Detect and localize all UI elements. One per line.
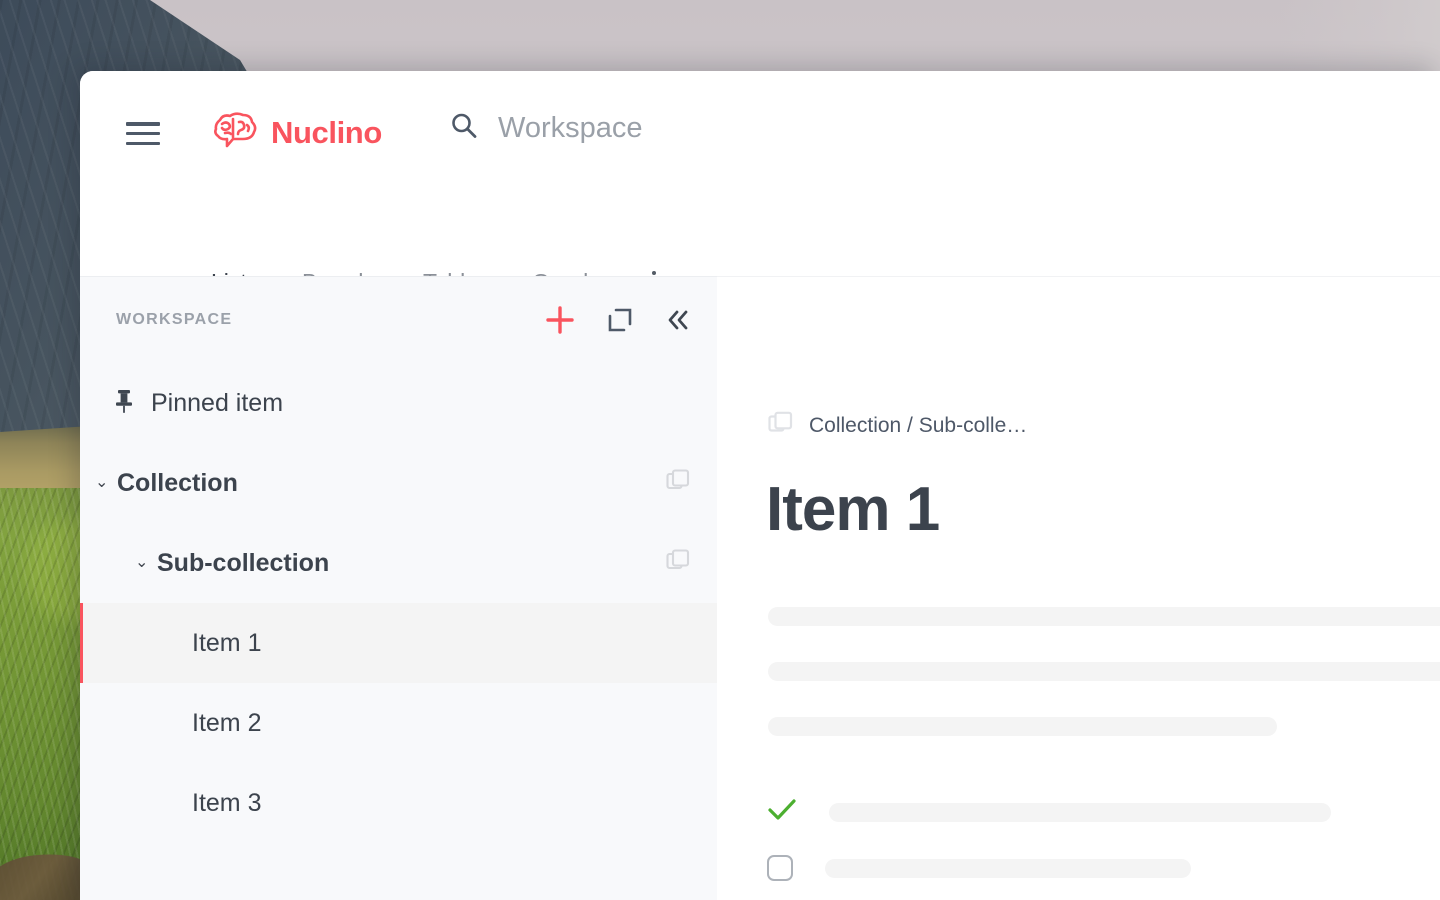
expand-corners-icon[interactable] — [607, 307, 633, 333]
hamburger-bar — [126, 141, 160, 146]
app-window: Nuclino Workspace List Board Table Graph — [80, 71, 1440, 900]
plus-icon[interactable] — [545, 305, 575, 335]
workspace-label: WORKSPACE — [116, 311, 233, 328]
breadcrumb-text: Collection / Sub-colle… — [809, 414, 1028, 437]
sidebar-item-label: Item 3 — [192, 788, 262, 817]
brand-name: Nuclino — [271, 114, 382, 150]
sidebar-item-item-2[interactable]: Item 2 — [80, 683, 717, 763]
search-box[interactable]: Workspace — [449, 111, 643, 146]
stack-icon — [665, 468, 691, 499]
checklist-item-open[interactable] — [767, 855, 1191, 881]
top-bar: Nuclino Workspace List Board Table Graph — [80, 71, 1440, 317]
sidebar-item-label: Item 1 — [192, 628, 262, 657]
checklist-item-done[interactable] — [767, 797, 1331, 828]
sidebar: WORKSPACE Pinned item ⌄ Collection ⌄ Sub… — [80, 276, 717, 900]
hamburger-bar — [126, 122, 160, 126]
chevrons-left-icon[interactable] — [665, 307, 691, 333]
hamburger-bar — [126, 131, 160, 136]
sidebar-item-pinned[interactable]: Pinned item — [80, 363, 717, 443]
skeleton-line — [829, 803, 1331, 822]
search-input[interactable]: Workspace — [498, 112, 643, 145]
check-icon[interactable] — [767, 797, 797, 828]
chevron-down-icon[interactable]: ⌄ — [135, 555, 151, 571]
pin-icon — [113, 388, 135, 419]
sidebar-item-item-3[interactable]: Item 3 — [80, 763, 717, 843]
stack-icon — [665, 548, 691, 579]
page-title[interactable]: Item 1 — [766, 474, 940, 545]
sidebar-item-label: Collection — [117, 468, 238, 497]
app-body: WORKSPACE Pinned item ⌄ Collection ⌄ Sub… — [80, 276, 1440, 900]
hamburger-menu-icon[interactable] — [126, 122, 160, 146]
sidebar-item-sub-collection[interactable]: ⌄ Sub-collection — [80, 523, 717, 603]
skeleton-line — [768, 717, 1277, 736]
sidebar-item-item-1[interactable]: Item 1 — [80, 603, 717, 683]
sidebar-item-label: Pinned item — [151, 388, 284, 417]
skeleton-line — [825, 858, 1191, 878]
sidebar-item-collection[interactable]: ⌄ Collection — [80, 443, 717, 523]
sidebar-actions — [545, 305, 691, 335]
brand-logo[interactable]: Nuclino — [210, 110, 382, 155]
document-pane: Collection / Sub-colle… Item 1 — [717, 276, 1440, 900]
breadcrumb[interactable]: Collection / Sub-colle… — [767, 410, 1027, 442]
skeleton-line — [768, 662, 1440, 681]
sidebar-item-label: Item 2 — [192, 708, 262, 737]
sidebar-item-label: Sub-collection — [157, 548, 330, 577]
sidebar-header: WORKSPACE — [80, 277, 717, 363]
chevron-down-icon[interactable]: ⌄ — [95, 475, 111, 491]
brain-speech-bubble-icon — [210, 110, 260, 155]
search-icon — [449, 111, 479, 146]
stack-icon — [767, 410, 794, 442]
dot — [651, 271, 657, 276]
checkbox-empty-icon[interactable] — [767, 855, 793, 881]
skeleton-line — [768, 607, 1440, 626]
